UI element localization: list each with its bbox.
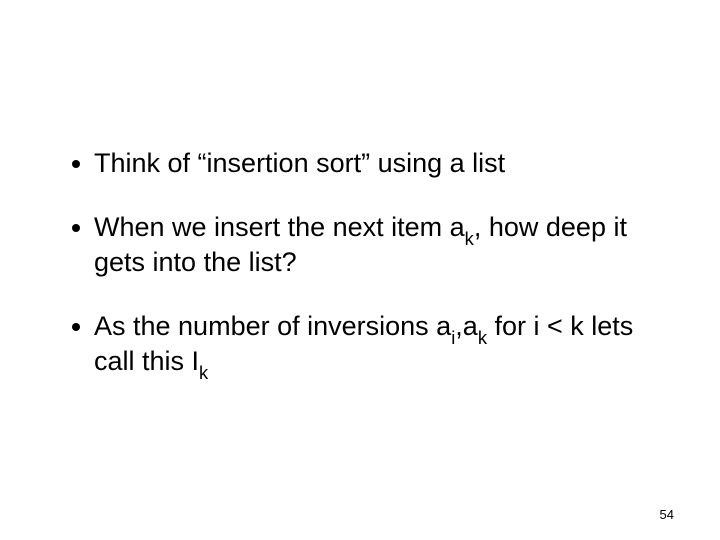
- text-run: ,a: [455, 311, 478, 341]
- bullet-text: As the number of inversions ai,ak for i …: [94, 311, 680, 381]
- list-item: As the number of inversions ai,ak for i …: [72, 311, 680, 381]
- slide: Think of “insertion sort” using a list W…: [0, 0, 720, 540]
- bullet-icon: [72, 323, 80, 331]
- text-run: When we insert the next item a: [94, 212, 465, 242]
- bullet-icon: [72, 224, 80, 232]
- list-item: Think of “insertion sort” using a list: [72, 148, 680, 180]
- subscript: i: [451, 327, 455, 348]
- subscript: k: [478, 327, 487, 348]
- bullet-text: When we insert the next item ak, how dee…: [94, 212, 680, 279]
- subscript: k: [199, 362, 208, 383]
- bullet-list: Think of “insertion sort” using a list W…: [72, 148, 680, 413]
- bullet-icon: [72, 160, 80, 168]
- page-number: 54: [660, 507, 674, 522]
- text-run: As the number of inversions a: [94, 311, 451, 341]
- text-run: Think of “insertion sort” using a list: [94, 148, 505, 178]
- bullet-text: Think of “insertion sort” using a list: [94, 148, 680, 180]
- list-item: When we insert the next item ak, how dee…: [72, 212, 680, 279]
- subscript: k: [465, 228, 474, 249]
